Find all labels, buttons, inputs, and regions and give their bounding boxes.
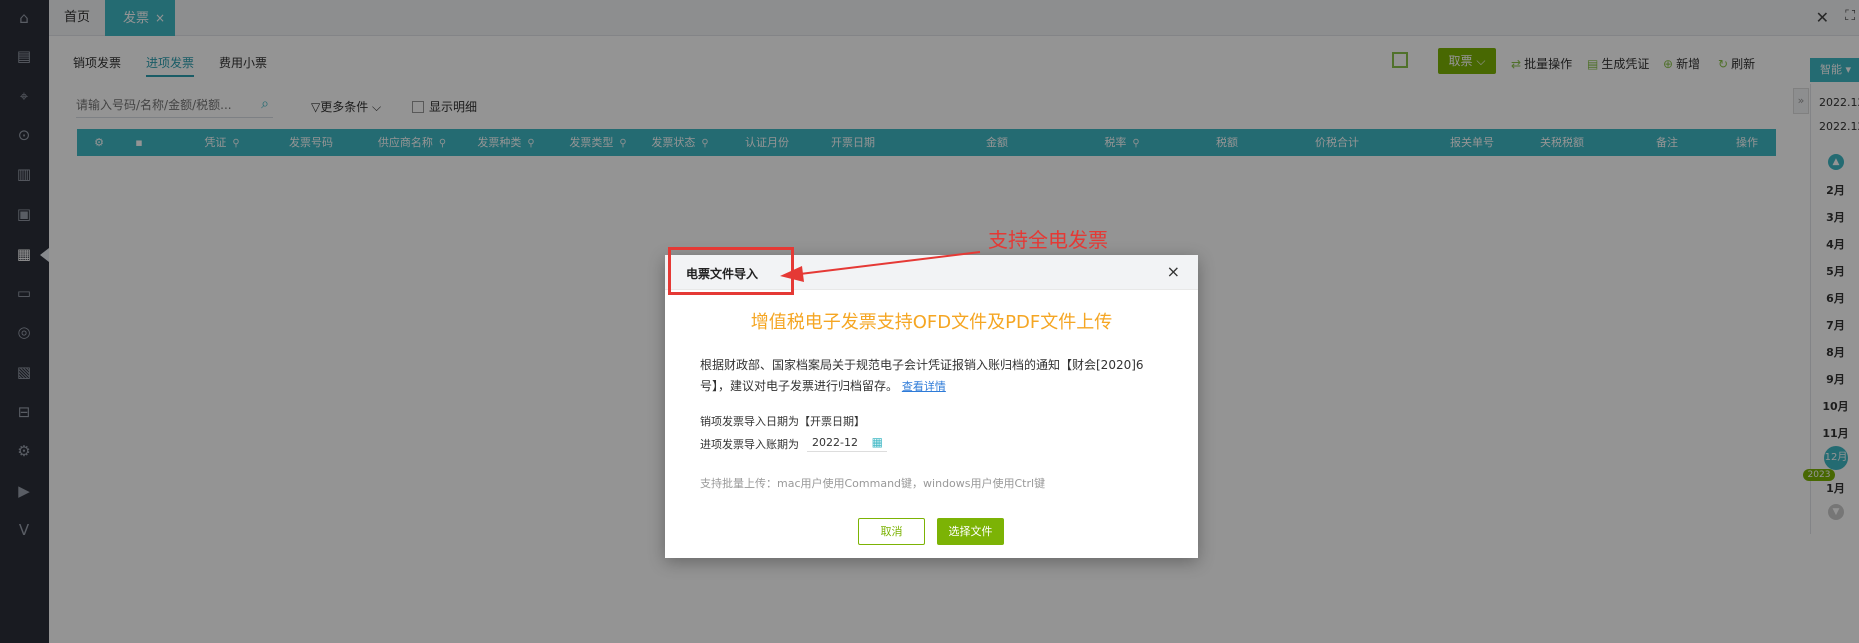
input-import-period-label: 进项发票导入账期为 [700,438,799,451]
period-value: 2022-12 [812,436,858,449]
annotation-text: 支持全电发票 [988,228,1108,252]
batch-upload-hint: 支持批量上传：mac用户使用Command键，windows用户使用Ctrl键 [700,477,1046,490]
cancel-button[interactable]: 取消 [858,518,925,545]
sales-import-date-note: 销项发票导入日期为【开票日期】 [700,415,865,428]
period-picker[interactable]: 2022-12 ▦ [807,433,887,452]
dialog-headline: 增值税电子发票支持OFD文件及PDF文件上传 [750,312,1113,333]
calendar-icon[interactable]: ▦ [872,433,883,452]
view-details-link[interactable]: 查看详情 [902,380,946,393]
dialog-notice: 根据财政部、国家档案局关于规范电子会计凭证报销入账归档的通知【财会[2020]6… [700,355,1170,397]
close-icon[interactable]: × [1167,262,1180,281]
annotation-highlight-box [668,247,794,295]
e-invoice-import-dialog: 电票文件导入 × 增值税电子发票支持OFD文件及PDF文件上传 根据财政部、国家… [665,255,1198,558]
select-file-button[interactable]: 选择文件 [937,518,1004,545]
